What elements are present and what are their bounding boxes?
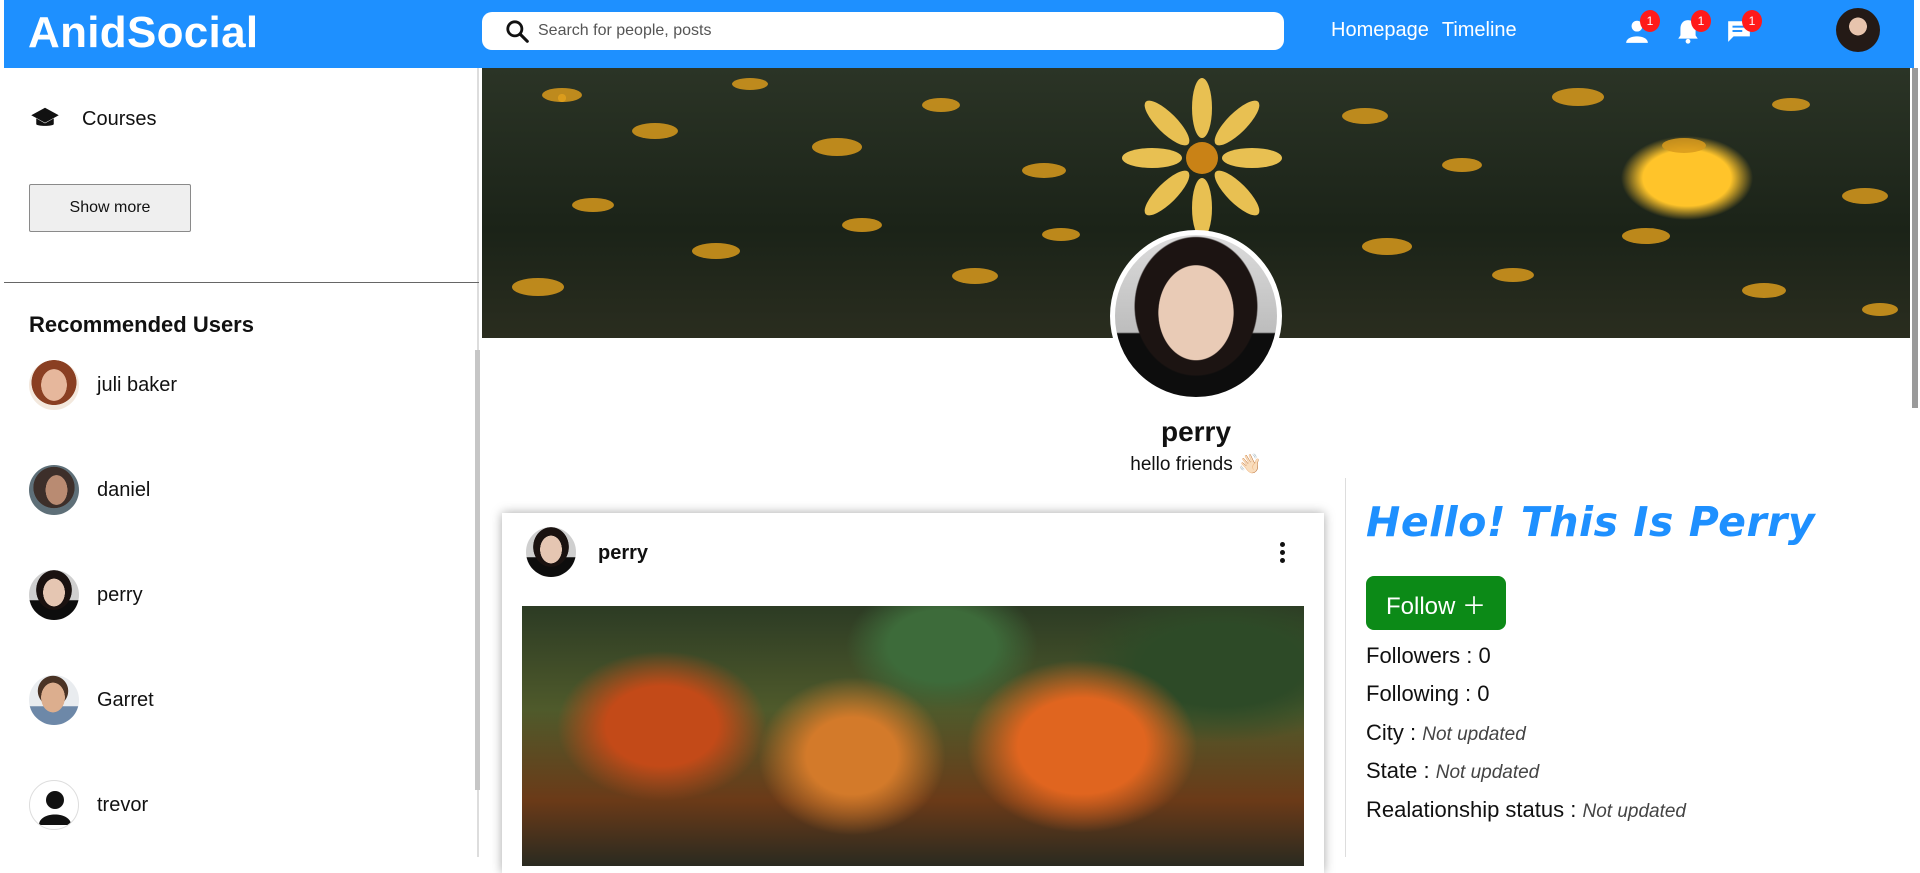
avatar — [29, 570, 79, 620]
sidebar-divider — [4, 282, 479, 283]
post-options-icon[interactable] — [1272, 539, 1292, 565]
post-author-avatar[interactable] — [526, 527, 576, 577]
messages-badge: 1 — [1742, 10, 1762, 32]
recommended-user-daniel[interactable]: daniel — [29, 465, 429, 515]
search-icon — [506, 20, 529, 43]
show-more-button[interactable]: Show more — [29, 184, 191, 232]
avatar — [29, 465, 79, 515]
city-value: Not updated — [1422, 724, 1526, 745]
left-sidebar: Courses Show more Recommended Users juli… — [4, 68, 479, 857]
recommended-user-name: juli baker — [97, 373, 178, 396]
recommended-user-name: perry — [97, 583, 143, 606]
current-user-avatar[interactable] — [1836, 8, 1880, 52]
top-icons: 1 1 1 — [1624, 10, 1762, 44]
recommended-user-trevor[interactable]: trevor — [29, 780, 429, 830]
recommended-users-title: Recommended Users — [29, 312, 254, 337]
avatar — [29, 780, 79, 830]
following-count: Following : 0 — [1366, 681, 1490, 706]
post-image[interactable] — [522, 606, 1304, 866]
default-user-icon — [39, 791, 71, 825]
column-divider — [1345, 478, 1346, 857]
profile-greeting-title: Hello! This Is Perry — [1366, 498, 1816, 546]
notifications-button[interactable]: 1 — [1675, 10, 1711, 44]
post-author-name[interactable]: perry — [598, 542, 648, 565]
relationship-value: Not updated — [1582, 801, 1686, 822]
city-row: City : Not updated — [1366, 720, 1526, 746]
search-input[interactable] — [538, 16, 1258, 46]
recommended-user-perry[interactable]: perry — [29, 570, 429, 620]
post-card: perry — [502, 513, 1324, 873]
sidebar-item-courses[interactable]: Courses — [30, 104, 156, 134]
followers-count: Followers : 0 — [1366, 643, 1491, 668]
top-links: Homepage Timeline — [1331, 19, 1517, 42]
state-row: State : Not updated — [1366, 758, 1539, 784]
timeline-link[interactable]: Timeline — [1442, 19, 1517, 42]
avatar — [29, 360, 79, 410]
recommended-user-juli-baker[interactable]: juli baker — [29, 360, 429, 410]
recommended-user-garret[interactable]: Garret — [29, 675, 429, 725]
friend-requests-button[interactable]: 1 — [1624, 10, 1660, 44]
state-label: State : — [1366, 758, 1436, 783]
daisy-flower-graphic — [1122, 78, 1282, 238]
search-bar[interactable] — [482, 12, 1284, 50]
relationship-label: Realationship status : — [1366, 797, 1583, 822]
messages-button[interactable]: 1 — [1726, 10, 1762, 44]
profile-name: perry — [1160, 416, 1232, 447]
notifications-badge: 1 — [1691, 10, 1711, 32]
sidebar-item-label: Courses — [82, 107, 157, 130]
profile-bio: hello friends 👋🏻 — [1130, 454, 1262, 475]
recommended-user-name: trevor — [97, 793, 149, 816]
homepage-link[interactable]: Homepage — [1331, 19, 1429, 42]
relationship-row: Realationship status : Not updated — [1366, 797, 1686, 823]
graduation-cap-icon — [31, 107, 59, 126]
avatar — [29, 675, 79, 725]
top-navbar: AnidSocial Homepage Timeline 1 1 — [4, 0, 1914, 68]
city-label: City : — [1366, 720, 1423, 745]
page-scrollbar[interactable] — [1912, 68, 1918, 408]
friend-requests-badge: 1 — [1640, 10, 1660, 32]
app-logo[interactable]: AnidSocial — [28, 8, 258, 58]
state-value: Not updated — [1435, 762, 1540, 783]
recommended-user-name: Garret — [97, 688, 154, 711]
profile-avatar — [1110, 230, 1282, 402]
follow-button[interactable]: Follow ＋ — [1366, 576, 1506, 630]
recommended-user-name: daniel — [97, 478, 151, 501]
sidebar-scrollbar[interactable] — [475, 350, 480, 790]
